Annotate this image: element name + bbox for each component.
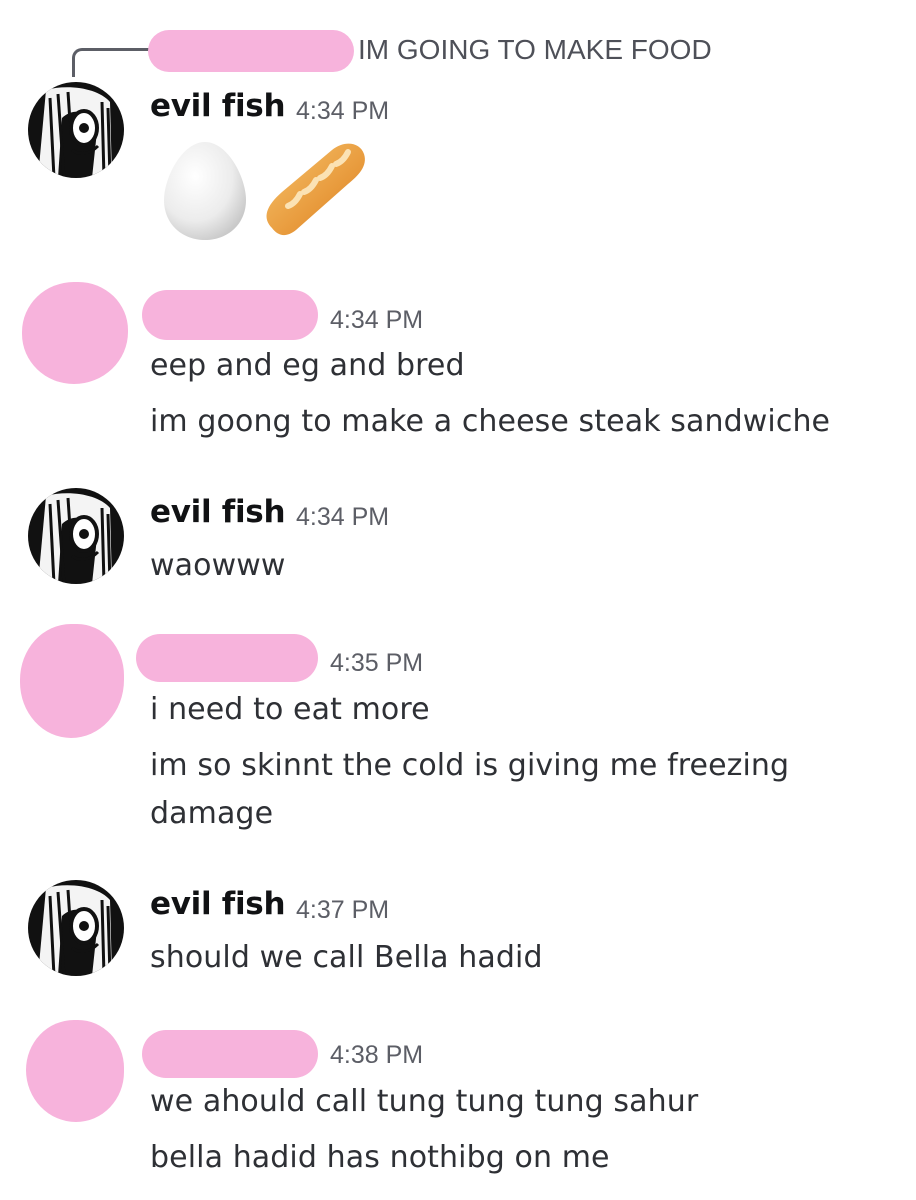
message-text: im goong to make a cheese steak sandwich… [150, 404, 831, 439]
reply-preview-text[interactable]: IM GOING TO MAKE FOOD [358, 34, 712, 66]
evil-fish-avatar-image [28, 488, 124, 584]
reply-connector-line [72, 48, 151, 77]
message-text: im so skinnt the cold is giving me freez… [150, 748, 790, 783]
redacted-username[interactable] [136, 634, 318, 682]
message-timestamp: 4:34 PM [296, 503, 390, 531]
avatar-evil-fish[interactable] [28, 488, 124, 584]
avatar-evil-fish[interactable] [28, 82, 124, 178]
message-text: we ahould call tung tung tung sahur [150, 1084, 699, 1119]
message-text: bella hadid has nothibg on me [150, 1140, 610, 1175]
redacted-reply-username [148, 30, 354, 72]
evil-fish-avatar-image [28, 82, 124, 178]
message-author-name[interactable]: evil fish [150, 88, 286, 124]
message-timestamp: 4:35 PM [330, 649, 424, 677]
message-timestamp: 4:34 PM [330, 306, 424, 334]
message-timestamp: 4:34 PM [296, 97, 390, 125]
redacted-avatar[interactable] [22, 282, 128, 384]
avatar-evil-fish[interactable] [28, 880, 124, 976]
message-timestamp: 4:37 PM [296, 896, 390, 924]
redacted-avatar[interactable] [26, 1020, 124, 1122]
egg-emoji [160, 138, 250, 246]
message-text: waowww [150, 548, 286, 583]
message-text: should we call Bella hadid [150, 940, 543, 975]
message-timestamp: 4:38 PM [330, 1041, 424, 1069]
baguette-emoji [262, 140, 368, 246]
redacted-username[interactable] [142, 1030, 318, 1078]
evil-fish-avatar-image [28, 880, 124, 976]
message-author-name[interactable]: evil fish [150, 494, 286, 530]
message-author-name[interactable]: evil fish [150, 886, 286, 922]
redacted-username[interactable] [142, 290, 318, 340]
message-text: damage [150, 796, 274, 831]
message-text: eep and eg and bred [150, 348, 465, 383]
redacted-avatar[interactable] [20, 624, 124, 738]
message-text: i need to eat more [150, 692, 430, 727]
